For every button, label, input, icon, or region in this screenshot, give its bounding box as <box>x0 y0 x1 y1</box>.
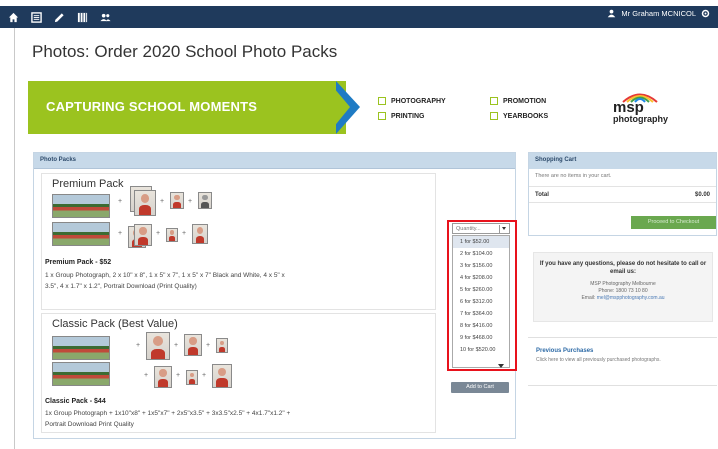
portrait-thumbnail <box>154 366 172 388</box>
portrait-thumbnail <box>184 334 202 356</box>
help-phone: Phone: 1800 73 10 80 <box>598 288 648 294</box>
plus-sign: + <box>118 230 123 237</box>
user-name: Mr Graham MCNICOL <box>621 9 696 18</box>
classic-pack-description: 1x Group Photograph + 1x10"x8" + 1x5"x7"… <box>45 410 291 428</box>
shopping-cart-header: Shopping Cart <box>529 153 716 169</box>
portrait-thumbnail <box>166 228 178 242</box>
plus-sign: + <box>118 198 123 205</box>
cart-total-row: Total $0.00 <box>529 187 716 203</box>
user-icon <box>608 9 616 18</box>
plus-sign: + <box>156 230 161 237</box>
help-email-label: Email: <box>581 295 596 301</box>
promo-banner: CAPTURING SCHOOL MOMENTS PHOTOGRAPHY PRI… <box>28 81 718 136</box>
plus-sign: + <box>144 372 149 379</box>
service-yearbooks: YEARBOOKS <box>490 112 548 120</box>
top-nav-bar: Mr Graham MCNICOL <box>0 6 718 28</box>
service-promotion: PROMOTION <box>490 97 546 105</box>
cart-empty-message: There are no items in your cart. <box>529 169 716 187</box>
premium-pack-title: Premium Pack <box>52 178 124 190</box>
home-icon[interactable] <box>8 12 19 23</box>
portrait-thumbnail <box>192 224 208 244</box>
plus-sign: + <box>202 372 207 379</box>
checkbox-icon <box>378 112 386 120</box>
premium-pack-price: Premium Pack - $52 <box>45 259 112 266</box>
portrait-thumbnail <box>134 190 156 216</box>
checkout-button[interactable]: Proceed to Checkout <box>631 216 716 229</box>
nav-icon-group <box>8 11 111 23</box>
help-company: MSP Photography Melbourne <box>590 281 656 287</box>
group-photo-thumbnail <box>52 336 110 360</box>
checkbox-icon <box>490 97 498 105</box>
help-question: If you have any questions, please do not… <box>539 261 707 275</box>
photo-packs-header: Photo Packs <box>34 153 515 169</box>
plus-sign: + <box>174 342 179 349</box>
classic-pack-title: Classic Pack (Best Value) <box>52 318 178 330</box>
users-icon[interactable] <box>100 12 111 23</box>
page-title: Photos: Order 2020 School Photo Packs <box>32 42 338 61</box>
contact-help-box: If you have any questions, please do not… <box>533 252 713 322</box>
grid-icon[interactable] <box>77 12 88 23</box>
portrait-thumbnail <box>186 370 198 385</box>
left-divider <box>14 28 15 449</box>
portrait-bw-thumbnail <box>198 192 212 209</box>
logo-sub-text: photography <box>613 114 668 124</box>
gear-icon[interactable] <box>701 9 710 18</box>
help-contact-details: MSP Photography Melbourne Phone: 1800 73… <box>534 281 712 302</box>
user-menu[interactable]: Mr Graham MCNICOL <box>607 9 710 18</box>
highlight-box <box>447 220 517 371</box>
plus-sign: + <box>160 198 165 205</box>
plus-sign: + <box>206 342 211 349</box>
service-printing: PRINTING <box>378 112 424 120</box>
banner-green-arrow <box>328 81 350 134</box>
portrait-thumbnail <box>134 224 152 246</box>
previous-purchases-link[interactable]: Previous Purchases <box>536 348 593 354</box>
plus-sign: + <box>182 230 187 237</box>
premium-pack-card: Premium Pack + + + + + + Premium Pack - … <box>41 173 436 310</box>
portrait-thumbnail <box>216 338 228 353</box>
checkbox-icon <box>490 112 498 120</box>
help-email-link[interactable]: mel@mspphotography.com.au <box>597 295 665 301</box>
cart-total-value: $0.00 <box>694 192 710 198</box>
photo-packs-panel: Photo Packs Premium Pack + + + + + + Pre… <box>33 152 516 439</box>
msp-logo: msp photography <box>613 93 668 124</box>
service-photography: PHOTOGRAPHY <box>378 97 446 105</box>
premium-pack-description: 1 x Group Photograph, 2 x 10" x 8", 1 x … <box>45 272 285 290</box>
group-photo-thumbnail <box>52 362 110 386</box>
classic-pack-price: Classic Pack - $44 <box>45 398 106 405</box>
portrait-thumbnail <box>170 192 184 209</box>
plus-sign: + <box>188 198 193 205</box>
plus-sign: + <box>136 342 141 349</box>
list-icon[interactable] <box>31 11 42 23</box>
portrait-thumbnail <box>212 364 232 388</box>
sidebar-divider <box>528 385 717 386</box>
pencil-icon[interactable] <box>54 12 65 23</box>
banner-tagline: CAPTURING SCHOOL MOMENTS <box>46 99 258 114</box>
classic-pack-card: Classic Pack (Best Value) + + + + + + Cl… <box>41 313 436 433</box>
portrait-thumbnail <box>146 332 170 360</box>
plus-sign: + <box>176 372 181 379</box>
previous-purchases-desc: Click here to view all previously purcha… <box>536 357 661 363</box>
group-photo-thumbnail <box>52 194 110 218</box>
add-to-cart-button[interactable]: Add to Cart <box>451 382 509 393</box>
checkbox-icon <box>378 97 386 105</box>
sidebar-divider <box>528 337 717 338</box>
cart-total-label: Total <box>535 192 549 198</box>
group-photo-thumbnail <box>52 222 110 246</box>
logo-rainbow-icon <box>622 93 658 103</box>
